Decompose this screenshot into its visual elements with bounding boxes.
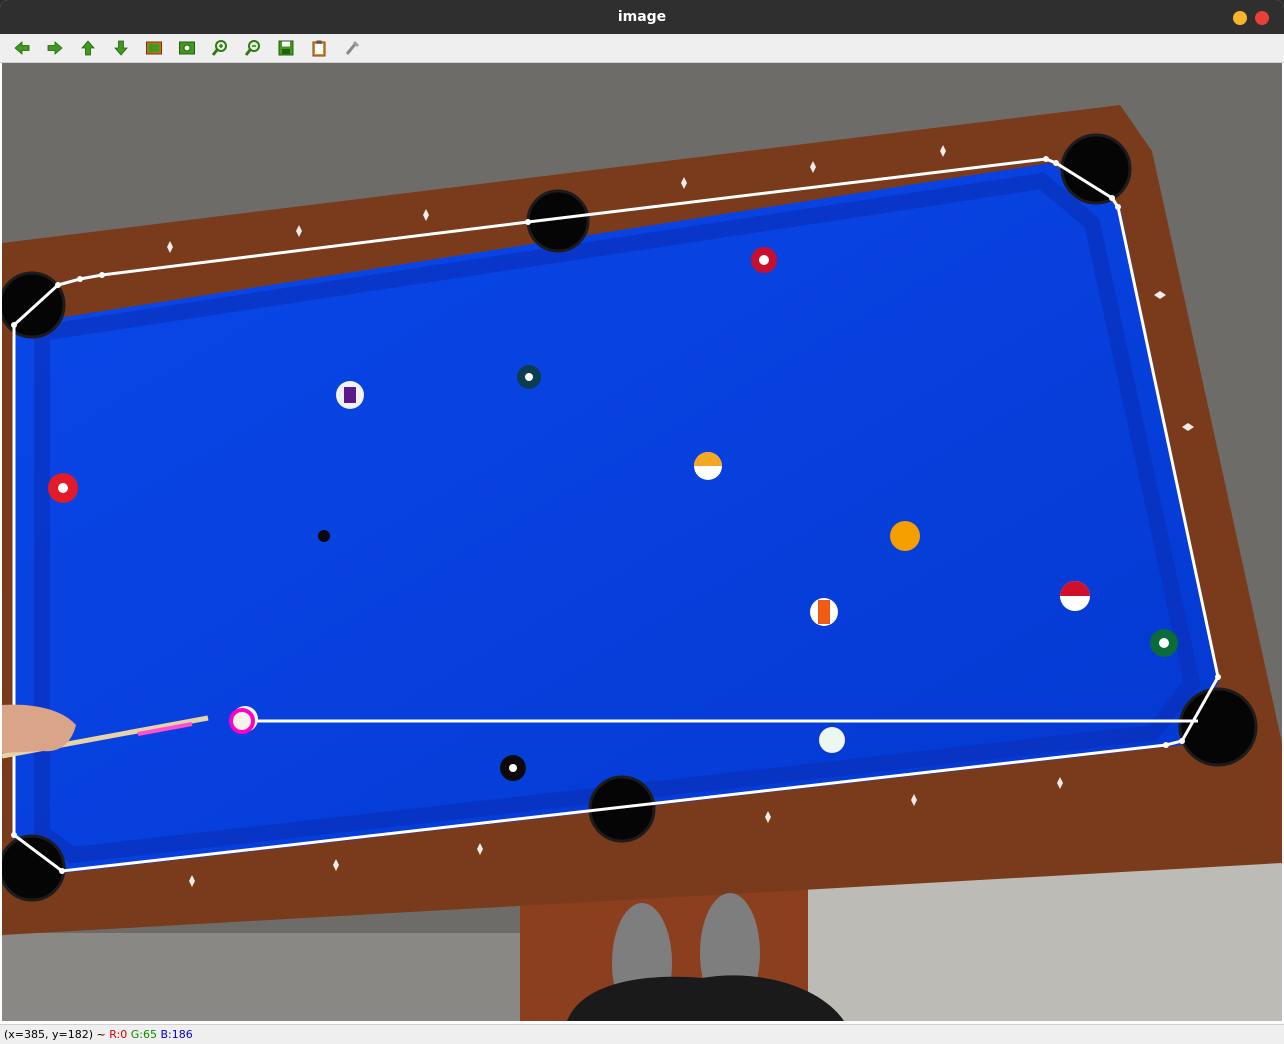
pan-right-button[interactable] bbox=[44, 37, 66, 59]
image-canvas[interactable] bbox=[2, 63, 1282, 1021]
window-title: image bbox=[617, 9, 667, 25]
title-bar[interactable]: image bbox=[0, 0, 1284, 34]
toolbar bbox=[0, 34, 1284, 63]
zoom-fit-button[interactable] bbox=[143, 37, 165, 59]
close-button[interactable] bbox=[1255, 11, 1269, 25]
save-icon bbox=[278, 40, 294, 56]
properties-button[interactable] bbox=[341, 37, 363, 59]
status-bar: (x=385, y=182) ~ R:0 G:65 B:186 bbox=[0, 1024, 1284, 1044]
zoom-out-button[interactable] bbox=[242, 37, 264, 59]
image-zoom-icon bbox=[179, 41, 195, 55]
zoom-out-icon bbox=[244, 40, 260, 56]
pan-down-button[interactable] bbox=[110, 37, 132, 59]
brush-icon bbox=[345, 41, 359, 55]
image-icon bbox=[146, 41, 162, 55]
zoom-in-icon bbox=[211, 40, 227, 56]
arrow-up-icon bbox=[81, 40, 95, 56]
status-green-value: G:65 bbox=[130, 1028, 157, 1041]
clipboard-icon bbox=[312, 40, 326, 57]
zoom-in-button[interactable] bbox=[209, 37, 231, 59]
pan-up-button[interactable] bbox=[77, 37, 99, 59]
arrow-right-icon bbox=[47, 41, 63, 55]
copy-button[interactable] bbox=[308, 37, 330, 59]
pan-left-button[interactable] bbox=[11, 37, 33, 59]
arrow-left-icon bbox=[14, 41, 30, 55]
zoom-original-button[interactable] bbox=[176, 37, 198, 59]
pool-table-photo bbox=[2, 63, 1282, 1021]
image-window: image (x=385, y=182) ~ R:0 G:65 B:186 bbox=[0, 0, 1284, 1044]
minimize-button[interactable] bbox=[1233, 11, 1247, 25]
status-blue-value: B:186 bbox=[160, 1028, 193, 1041]
status-coords: (x=385, y=182) ~ bbox=[4, 1028, 106, 1041]
arrow-down-icon bbox=[114, 40, 128, 56]
save-button[interactable] bbox=[275, 37, 297, 59]
status-red-value: R:0 bbox=[109, 1028, 128, 1041]
